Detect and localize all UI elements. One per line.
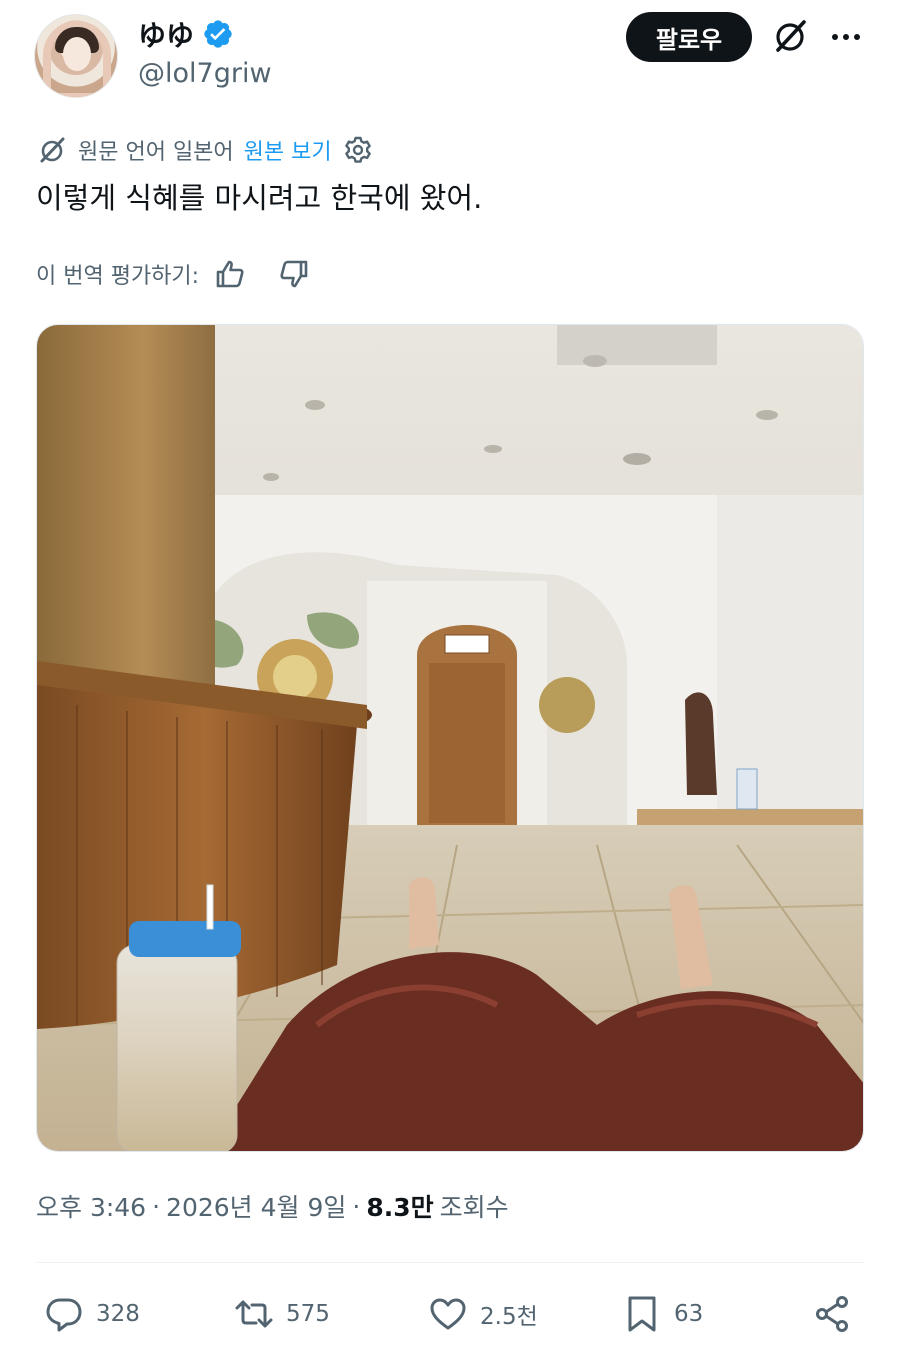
tweet-time[interactable]: 오후 3:46 <box>36 1188 146 1224</box>
gear-icon[interactable] <box>342 134 374 166</box>
tweet-photo[interactable] <box>36 324 864 1152</box>
tweet-meta: 오후 3:46 · 2026년 4월 9일 · 8.3만 조회수 <box>36 1188 509 1224</box>
tweet-text: 이렇게 식혜를 마시려고 한국에 왔어. <box>36 181 483 215</box>
avatar[interactable] <box>34 14 118 98</box>
grok-icon[interactable] <box>770 16 810 56</box>
avatar-face <box>63 37 91 71</box>
views-label: 조회수 <box>439 1193 509 1222</box>
tweet-header: ゆゆ @lol7griw 팔로우 <box>0 0 900 110</box>
verified-badge-icon <box>204 20 232 48</box>
bookmark-count: 63 <box>674 1301 704 1327</box>
repost-count: 575 <box>286 1301 330 1327</box>
action-bar: 328 575 2.5천 63 <box>36 1284 864 1344</box>
reply-button[interactable]: 328 <box>44 1284 140 1344</box>
sauna-photo-illustration <box>37 325 863 1151</box>
bookmark-button[interactable]: 63 <box>622 1284 703 1344</box>
views-count: 8.3만 <box>366 1193 434 1222</box>
thumbs-down-icon[interactable] <box>277 257 311 291</box>
divider <box>36 1262 864 1263</box>
translation-source-label: 원문 언어 일본어 <box>78 140 234 165</box>
reply-icon <box>46 1298 82 1332</box>
translation-row: 원문 언어 일본어 원본 보기 <box>36 130 374 170</box>
meta-separator: · <box>352 1191 361 1221</box>
bookmark-icon <box>628 1296 656 1332</box>
like-count: 2.5천 <box>480 1304 538 1330</box>
rate-translation-row: 이 번역 평가하기: <box>36 254 311 294</box>
share-icon <box>816 1296 848 1332</box>
author-handle[interactable]: @lol7griw <box>138 58 272 89</box>
meta-separator: · <box>152 1191 161 1221</box>
more-dots-icon[interactable] <box>828 22 864 52</box>
author-display-name[interactable]: ゆゆ <box>138 14 194 54</box>
view-original-link[interactable]: 원본 보기 <box>244 134 332 166</box>
heart-icon <box>430 1298 466 1330</box>
reply-count: 328 <box>96 1301 140 1327</box>
author-name-row[interactable]: ゆゆ <box>138 14 234 54</box>
repost-button[interactable]: 575 <box>234 1284 330 1344</box>
tweet-date[interactable]: 2026년 4월 9일 <box>166 1188 346 1224</box>
like-button[interactable]: 2.5천 <box>428 1284 538 1344</box>
grok-translate-icon <box>40 137 65 163</box>
repost-icon <box>235 1300 273 1328</box>
thumbs-up-icon[interactable] <box>213 257 247 291</box>
share-button[interactable] <box>812 1284 852 1344</box>
follow-button[interactable]: 팔로우 <box>626 12 752 62</box>
rate-translation-label: 이 번역 평가하기: <box>36 264 200 289</box>
